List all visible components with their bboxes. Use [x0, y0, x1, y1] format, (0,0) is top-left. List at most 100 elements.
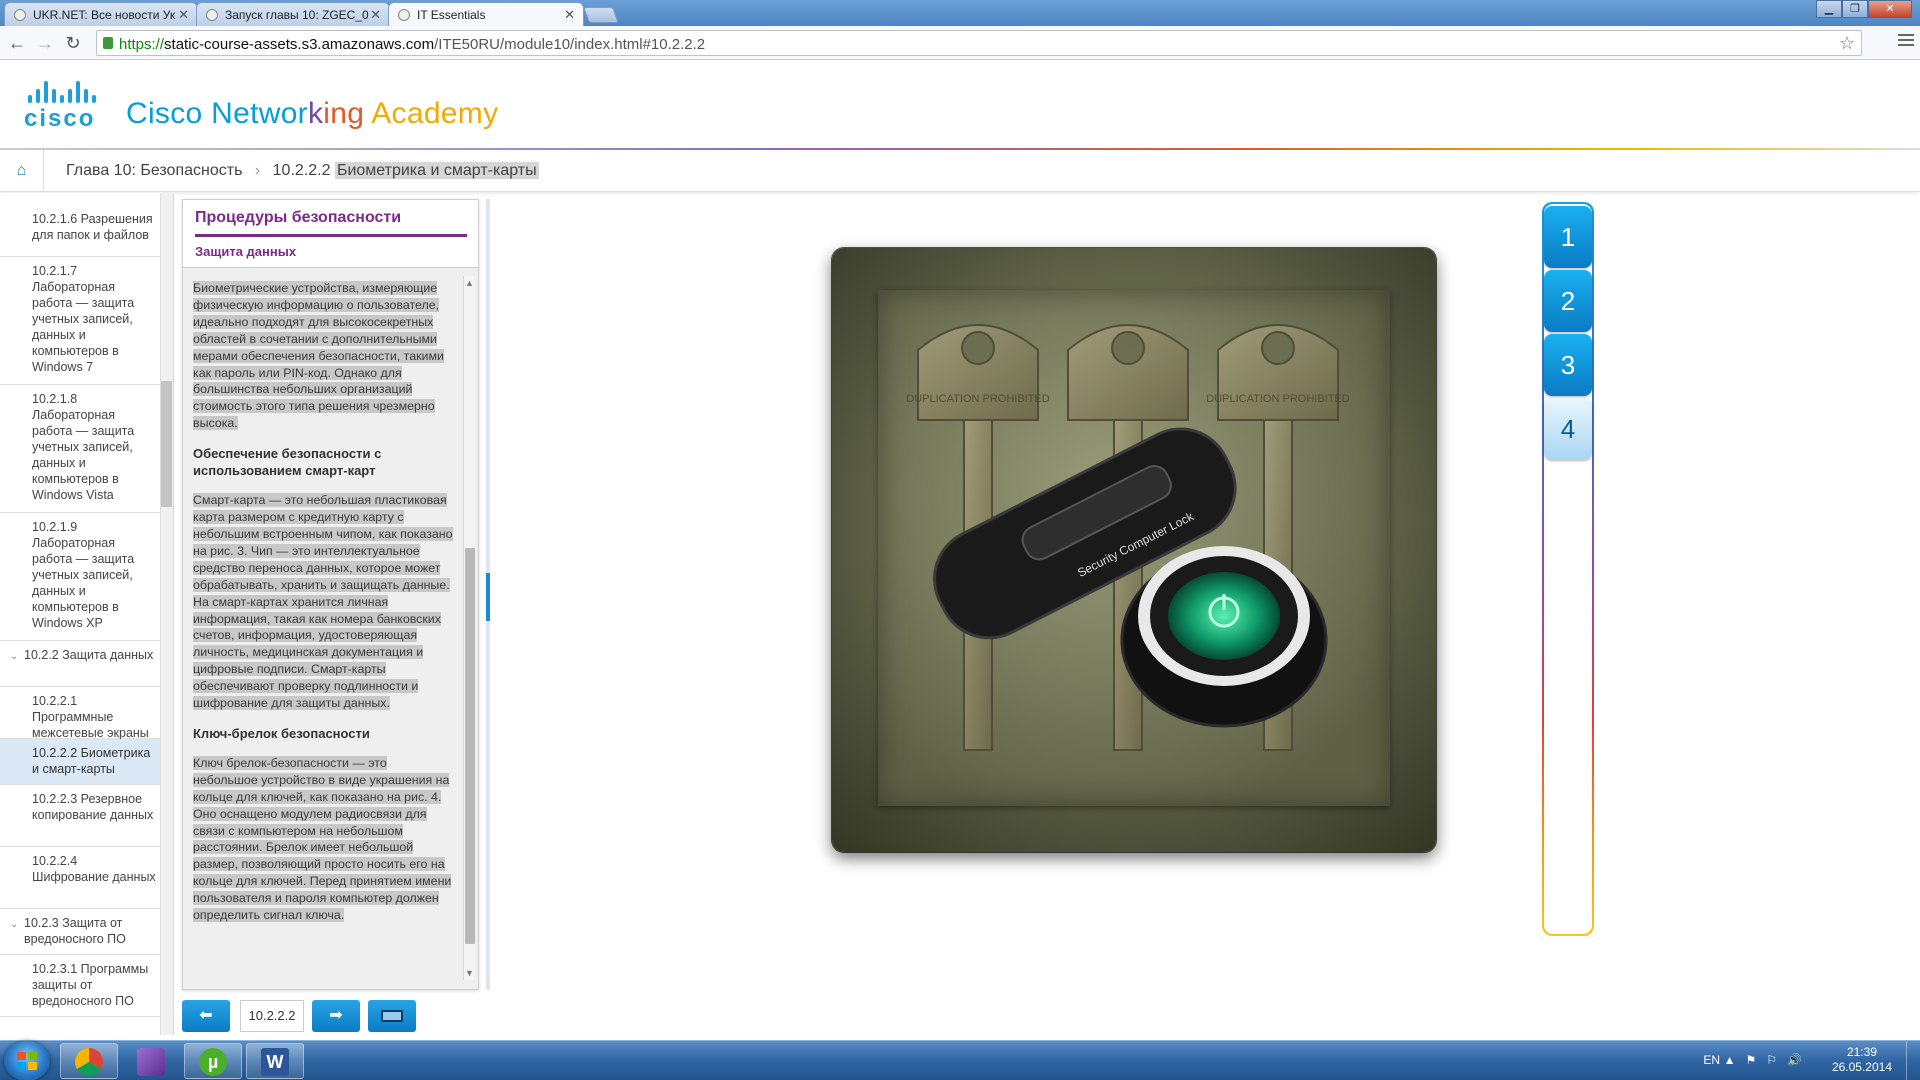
breadcrumb: ⌂ Глава 10: Безопасность › 10.2.2.2 Биом… — [0, 150, 1920, 192]
browser-menu-icon[interactable] — [1898, 34, 1914, 49]
breadcrumb-separator: › — [254, 162, 261, 179]
maximize-button[interactable]: ❐ — [1842, 0, 1868, 18]
taskbar-chrome[interactable] — [60, 1043, 118, 1079]
chrome-icon — [75, 1048, 103, 1076]
panel-paragraph-smartcards: Смарт-карта — это небольшая пластиковая … — [193, 493, 453, 711]
svg-text:DUPLICATION PROHIBITED: DUPLICATION PROHIBITED — [906, 393, 1049, 405]
sidebar-item-10-2-1-8[interactable]: 10.2.1.8 Лабораторная работа — защита уч… — [0, 385, 160, 513]
next-page-button[interactable]: ➡ — [312, 1000, 360, 1032]
lock-icon — [103, 37, 113, 49]
address-bar[interactable]: https://static-course-assets.s3.amazonaw… — [96, 30, 1862, 56]
sidebar-item-10-2-2-4[interactable]: 10.2.2.4 Шифрование данных — [0, 847, 160, 909]
sidebar-scroll-thumb[interactable] — [161, 381, 172, 507]
cisco-logo[interactable]: CISCO — [24, 79, 110, 132]
window-controls: ▁ ❐ ✕ — [1816, 0, 1912, 18]
panel-title: Процедуры безопасности — [195, 209, 402, 226]
chevron-down-icon: ⌄ — [10, 651, 19, 662]
visual-studio-icon — [137, 1048, 165, 1076]
bookmark-star-icon[interactable]: ☆ — [1839, 33, 1855, 54]
course-nav-sidebar: 10.2.1.6 Разрешения для папок и файлов 1… — [0, 193, 174, 1035]
breadcrumb-trail: Глава 10: Безопасность › 10.2.2.2 Биомет… — [66, 162, 539, 180]
show-desktop-button[interactable] — [1906, 1041, 1920, 1080]
sidebar-item-10-2-2-2[interactable]: 10.2.2.2 Биометрика и смарт-карты — [0, 739, 160, 785]
browser-tab-it-essentials[interactable]: IT Essentials ✕ — [388, 2, 584, 26]
sidebar-item-10-2-3-1[interactable]: 10.2.3.1 Программы защиты от вредоносног… — [0, 955, 160, 1017]
figure-tab-2[interactable]: 2 — [1544, 270, 1592, 332]
sidebar-section-10-2-3[interactable]: ⌄ 10.2.3 Защита от вредоносного ПО — [0, 909, 160, 955]
new-tab-button[interactable] — [583, 7, 619, 23]
svg-text:DUPLICATION PROHIBITED: DUPLICATION PROHIBITED — [1206, 393, 1349, 405]
home-icon[interactable]: ⌂ — [0, 150, 44, 192]
panel-resize-handle[interactable] — [486, 573, 490, 621]
clock-time: 21:39 — [1846, 1045, 1877, 1059]
media-icon — [381, 1009, 403, 1022]
url-text[interactable]: https://static-course-assets.s3.amazonaw… — [119, 36, 705, 53]
clock[interactable]: 21:39 26.05.2014 — [1832, 1045, 1892, 1075]
scroll-up-icon[interactable]: ▲ — [465, 278, 474, 288]
chevron-down-icon: ⌄ — [10, 919, 19, 930]
tab-title: IT Essentials — [417, 8, 486, 22]
content-text-panel: Процедуры безопасности Защита данных Био… — [182, 199, 479, 990]
sidebar-item-10-2-2-3[interactable]: 10.2.2.3 Резервное копирование данных — [0, 785, 160, 847]
cisco-wordmark: CISCO — [24, 105, 96, 132]
scroll-down-icon[interactable]: ▼ — [465, 968, 474, 978]
system-tray: EN ▲⚑⚐🔊 21:39 26.05.2014 — [1680, 1041, 1920, 1080]
media-button[interactable] — [368, 1000, 416, 1032]
clock-date: 26.05.2014 — [1831, 1060, 1892, 1074]
forward-icon[interactable]: → — [34, 32, 56, 54]
panel-resize-divider[interactable] — [486, 199, 490, 990]
language-indicator[interactable]: EN — [1703, 1053, 1720, 1067]
tab-title: Запуск главы 10: ZGEC_0 — [225, 8, 369, 22]
windows-taskbar: µ W EN ▲⚑⚐🔊 21:39 26.05.2014 — [0, 1040, 1920, 1080]
panel-title-underline — [195, 234, 467, 237]
arrow-right-icon: ➡ — [329, 1007, 343, 1024]
sidebar-item-10-2-1-6[interactable]: 10.2.1.6 Разрешения для папок и файлов — [0, 205, 160, 257]
panel-heading-keyfob: Ключ-брелок безопасности — [193, 725, 370, 741]
sidebar-scrollbar[interactable] — [160, 193, 173, 1035]
taskbar-word[interactable]: W — [246, 1043, 304, 1079]
minimize-button[interactable]: ▁ — [1816, 0, 1842, 18]
sidebar-item-10-2-2-1[interactable]: 10.2.2.1 Программные межсетевые экраны — [0, 687, 160, 740]
browser-tab-zgec[interactable]: Запуск главы 10: ZGEC_0 ✕ — [196, 2, 390, 26]
figure-tab-1[interactable]: 1 — [1544, 206, 1592, 268]
panel-subtitle: Защита данных — [195, 244, 297, 259]
taskbar-utorrent[interactable]: µ — [184, 1043, 242, 1079]
tray-icons[interactable]: ▲⚑⚐🔊 — [1724, 1053, 1812, 1067]
figure-tab-4[interactable]: 4 — [1544, 398, 1592, 460]
panel-paragraph-keyfob: Ключ брелок-безопасности — это небольшое… — [193, 755, 452, 923]
panel-header: Процедуры безопасности Защита данных — [183, 200, 478, 268]
page-header: CISCO Cisco Networking Academy — [0, 61, 1920, 149]
taskbar-visual-studio[interactable] — [122, 1043, 180, 1079]
cisco-bars-icon — [28, 79, 110, 103]
keys-and-devices-illustration: DUPLICATION PROHIBITED DUPLICATION PROHI… — [906, 324, 1350, 751]
browser-tabstrip: UKR.NET: Все новости Ук ✕ Запуск главы 1… — [0, 0, 1920, 26]
sidebar-section-10-2-2[interactable]: ⌄ 10.2.2 Защита данных — [0, 641, 160, 687]
browser-tab-ukrnet[interactable]: UKR.NET: Все новости Ук ✕ — [4, 2, 198, 26]
panel-scroll-thumb[interactable] — [465, 548, 475, 944]
tab-title: UKR.NET: Все новости Ук — [33, 8, 176, 22]
browser-toolbar: ← → ↻ https://static-course-assets.s3.am… — [0, 26, 1920, 60]
breadcrumb-chapter[interactable]: Глава 10: Безопасность — [66, 162, 242, 179]
breadcrumb-section-num: 10.2.2.2 — [272, 162, 331, 179]
start-button[interactable] — [4, 1041, 50, 1080]
back-icon[interactable]: ← — [6, 32, 28, 54]
figure-tab-3[interactable]: 3 — [1544, 334, 1592, 396]
close-icon[interactable]: ✕ — [370, 7, 381, 23]
reload-icon[interactable]: ↻ — [62, 32, 84, 54]
sidebar-item-10-2-1-9[interactable]: 10.2.1.9 Лабораторная работа — защита уч… — [0, 513, 160, 641]
academy-title: Cisco Networking Academy — [126, 97, 499, 130]
arrow-left-icon: ⬅ — [199, 1007, 213, 1024]
panel-scrollbar[interactable]: ▲ ▼ — [463, 276, 475, 980]
window-close-button[interactable]: ✕ — [1868, 0, 1912, 18]
figure-image: DUPLICATION PROHIBITED DUPLICATION PROHI… — [832, 248, 1436, 852]
figure-tabs: 1 2 3 4 — [1542, 202, 1594, 936]
close-icon[interactable]: ✕ — [178, 7, 189, 23]
breadcrumb-section-title: Биометрика и смарт-карты — [334, 162, 539, 179]
close-icon[interactable]: ✕ — [564, 7, 575, 23]
figure-plate: DUPLICATION PROHIBITED DUPLICATION PROHI… — [878, 290, 1390, 806]
panel-paragraph-biometrics: Биометрические устройства, измеряющие фи… — [193, 281, 444, 431]
panel-heading-smartcards: Обеспечение безопасности с использование… — [193, 446, 382, 479]
page-number: 10.2.2.2 — [240, 1000, 304, 1032]
sidebar-item-10-2-1-7[interactable]: 10.2.1.7 Лабораторная работа — защита уч… — [0, 257, 160, 385]
prev-page-button[interactable]: ⬅ — [182, 1000, 230, 1032]
